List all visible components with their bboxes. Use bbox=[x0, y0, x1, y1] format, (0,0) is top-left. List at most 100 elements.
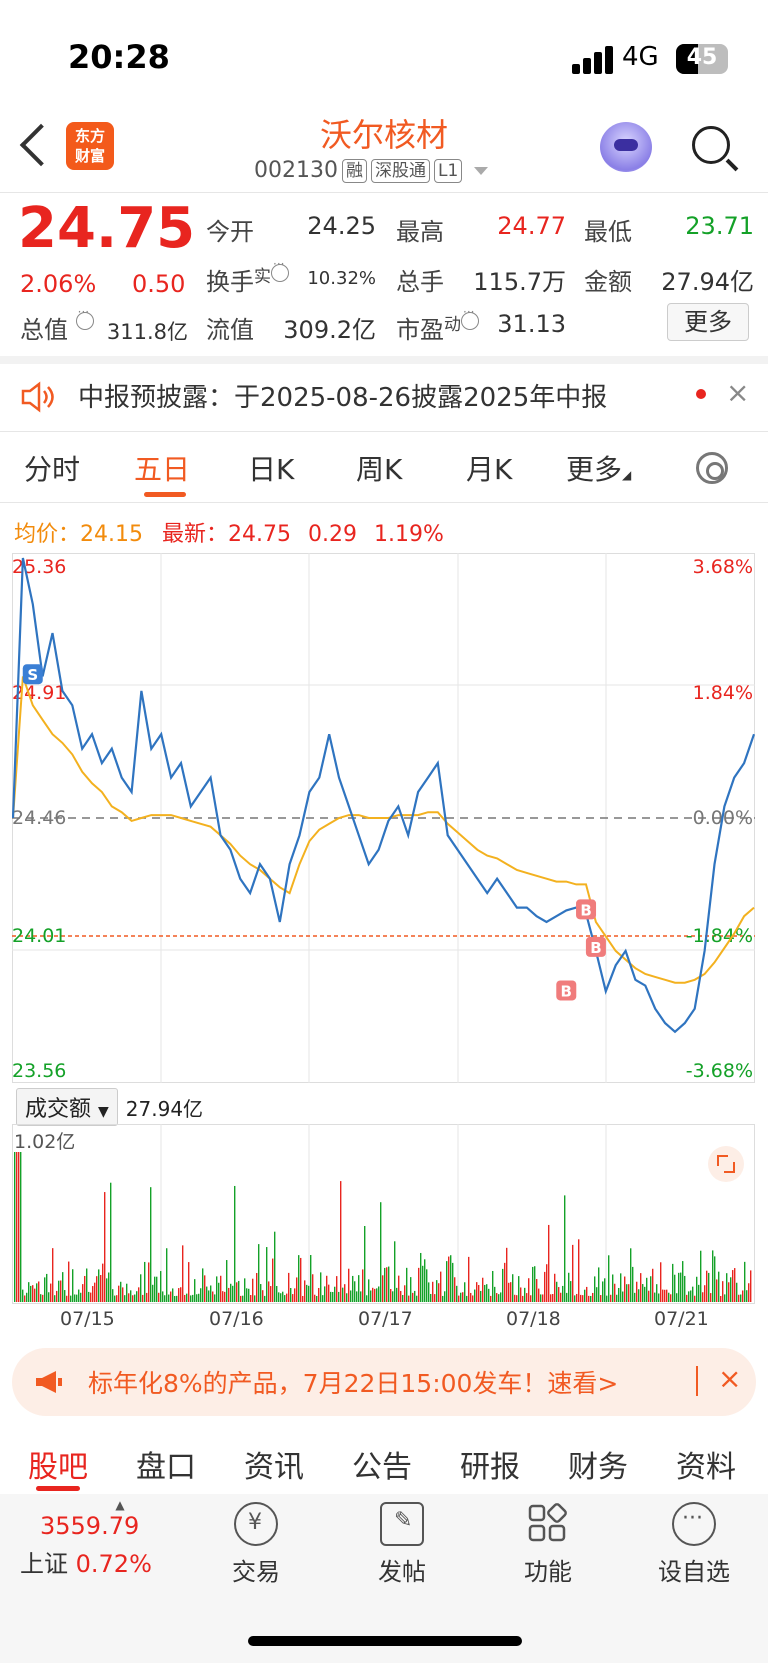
volume-bar bbox=[588, 1295, 590, 1302]
volume-bar bbox=[426, 1269, 428, 1302]
volume-bar bbox=[574, 1295, 576, 1302]
volume-bar bbox=[644, 1286, 646, 1302]
tab-finance[interactable]: 财务 bbox=[568, 1442, 628, 1486]
buy-marker[interactable]: B bbox=[585, 936, 606, 957]
volume-bar bbox=[748, 1283, 750, 1302]
tab-five-day[interactable]: 五日 bbox=[134, 448, 190, 488]
functions-button[interactable]: 功能 bbox=[498, 1502, 598, 1587]
volume-bar bbox=[554, 1273, 556, 1302]
volume-bar bbox=[232, 1285, 234, 1302]
amount-value: 27.94亿 bbox=[661, 268, 754, 296]
volume-bar bbox=[370, 1290, 372, 1302]
volume-bar bbox=[158, 1292, 160, 1302]
tab-more[interactable]: 更多◢ bbox=[566, 448, 631, 488]
battery-level: 45 bbox=[686, 45, 718, 70]
promo-close-icon[interactable]: × bbox=[718, 1362, 741, 1395]
volume-bar bbox=[714, 1256, 716, 1302]
notice-bar[interactable]: 中报预披露：于2025-08-26披露2025年中报 bbox=[0, 365, 768, 431]
volume-bar bbox=[634, 1292, 636, 1302]
notice-close-icon[interactable]: × bbox=[726, 376, 749, 409]
stock-code-line[interactable]: 002130 融 深股通 L1 bbox=[254, 158, 489, 183]
volume-bar bbox=[120, 1281, 122, 1302]
volume-bar bbox=[432, 1281, 434, 1302]
y-label-right-4: -3.68% bbox=[686, 1060, 753, 1082]
y-label-right-3: -1.84% bbox=[686, 925, 753, 947]
pe-value: 31.13 bbox=[497, 310, 566, 338]
volume-bar bbox=[380, 1202, 382, 1302]
volume-bar bbox=[48, 1292, 50, 1302]
price-chart[interactable]: 25.36 24.91 24.46 24.01 23.56 3.68% 1.84… bbox=[11, 553, 756, 1083]
tab-announcements[interactable]: 公告 bbox=[352, 1442, 412, 1486]
volume-bar bbox=[568, 1272, 570, 1302]
volume-bar bbox=[376, 1288, 378, 1302]
expand-icon[interactable] bbox=[708, 1146, 744, 1182]
info-icon[interactable] bbox=[461, 305, 479, 330]
volume-bar bbox=[640, 1273, 642, 1302]
tab-news[interactable]: 资讯 bbox=[244, 1442, 304, 1486]
volume-bar bbox=[20, 1152, 22, 1302]
volume-bar bbox=[84, 1275, 86, 1302]
tab-intraday[interactable]: 分时 bbox=[24, 448, 80, 488]
volume-bar bbox=[524, 1287, 526, 1302]
volume-bar bbox=[624, 1276, 626, 1302]
active-tab-indicator bbox=[144, 492, 186, 497]
volume-bar bbox=[474, 1289, 476, 1302]
volume-bar bbox=[680, 1272, 682, 1302]
tab-order-book[interactable]: 盘口 bbox=[136, 1442, 196, 1486]
volume-bar bbox=[422, 1265, 424, 1302]
volume-bar bbox=[374, 1288, 376, 1302]
volume-bar bbox=[278, 1292, 280, 1302]
volume-bar bbox=[584, 1289, 586, 1302]
tab-daily-k[interactable]: 日K bbox=[248, 448, 294, 488]
volume-bar bbox=[420, 1252, 422, 1302]
volume-bar bbox=[362, 1269, 364, 1302]
volume-chart[interactable]: 1.02亿 bbox=[12, 1124, 755, 1304]
info-icon[interactable] bbox=[271, 257, 289, 282]
tab-monthly-k[interactable]: 月K bbox=[466, 448, 512, 488]
volume-bar bbox=[650, 1276, 652, 1302]
volume-bar bbox=[182, 1245, 184, 1302]
sell-marker[interactable]: S bbox=[22, 664, 43, 685]
volume-bar bbox=[14, 1152, 16, 1302]
buy-marker[interactable]: B bbox=[576, 899, 597, 920]
volume-bar bbox=[300, 1257, 302, 1302]
volume-bar bbox=[694, 1295, 696, 1302]
volume-bar bbox=[306, 1284, 308, 1302]
trade-label: 交易 bbox=[232, 1558, 280, 1586]
clock: 20:28 bbox=[68, 38, 170, 76]
volume-bar bbox=[334, 1286, 336, 1302]
tab-weekly-k[interactable]: 周K bbox=[356, 448, 402, 488]
volume-total: 27.94亿 bbox=[125, 1096, 204, 1121]
volume-label: 总手 bbox=[396, 268, 444, 296]
gear-icon[interactable] bbox=[696, 452, 728, 484]
volume-bar bbox=[188, 1262, 190, 1302]
volume-bar bbox=[272, 1258, 274, 1302]
more-button[interactable]: 更多 bbox=[667, 303, 749, 341]
index-widget[interactable]: ▲ 3559.79 上证 0.72% bbox=[20, 1498, 170, 1579]
buy-marker[interactable]: B bbox=[556, 980, 577, 1001]
info-icon[interactable] bbox=[75, 305, 94, 330]
promo-banner[interactable]: 标年化8%的产品，7月22日15:00发车！速看> × bbox=[12, 1348, 756, 1416]
volume-type-dropdown[interactable]: 成交额 ▼ bbox=[16, 1088, 118, 1126]
volume-bar bbox=[490, 1295, 492, 1302]
turnover-label: 换手实 bbox=[206, 257, 289, 297]
volume-bar bbox=[322, 1295, 324, 1302]
pe-label: 市盈动 bbox=[396, 305, 479, 345]
search-icon[interactable] bbox=[692, 126, 730, 164]
status-bar: 20:28 4G 45 bbox=[0, 0, 768, 110]
price-line bbox=[11, 557, 756, 1034]
post-button[interactable]: ✎ 发帖 bbox=[352, 1502, 452, 1587]
tab-research[interactable]: 研报 bbox=[460, 1442, 520, 1486]
robot-assistant-icon[interactable] bbox=[600, 122, 652, 172]
volume-bar bbox=[46, 1273, 48, 1302]
tab-forum[interactable]: 股吧 bbox=[28, 1442, 88, 1486]
tab-profile[interactable]: 资料 bbox=[676, 1442, 736, 1486]
trade-button[interactable]: ¥ 交易 bbox=[206, 1502, 306, 1587]
volume-bar bbox=[76, 1294, 78, 1302]
volume-bar bbox=[326, 1275, 328, 1302]
volume-bar bbox=[610, 1294, 612, 1302]
volume-bar bbox=[216, 1276, 218, 1302]
stock-code: 002130 bbox=[254, 158, 338, 183]
add-watchlist-button[interactable]: ··· 设自选 bbox=[644, 1502, 744, 1587]
volume-bar bbox=[18, 1152, 20, 1302]
